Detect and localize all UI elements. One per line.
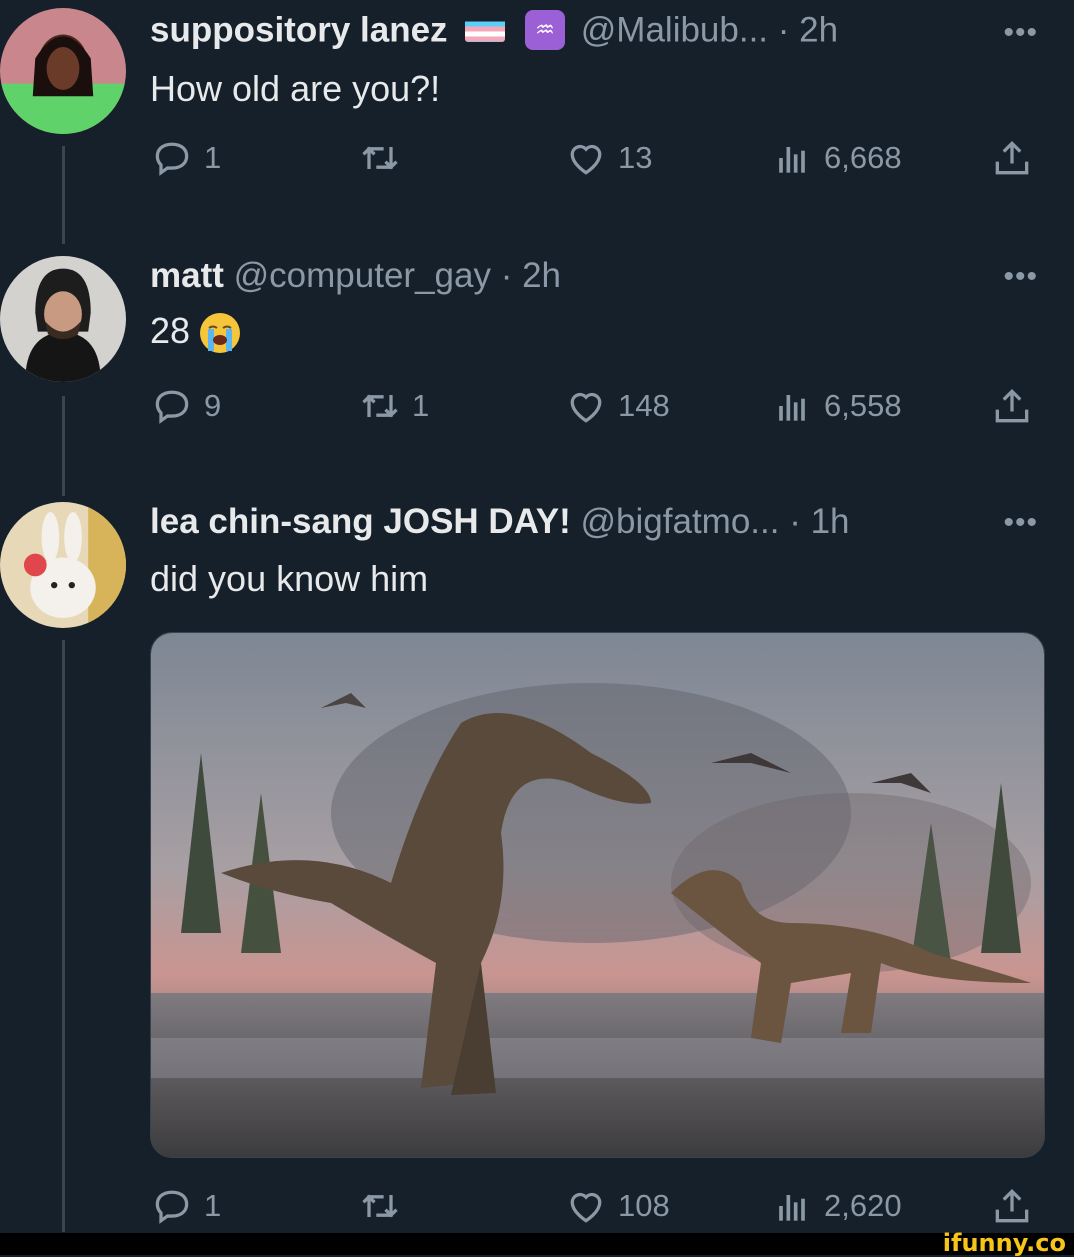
handle[interactable]: @bigfatmo... [581,502,780,541]
tweet-text: How old are you?! [150,68,441,109]
handle[interactable]: @Malibub... [581,10,768,49]
ifunny-watermark: ifunny.co [942,1229,1066,1257]
share-icon [995,140,1029,175]
share-button[interactable] [990,382,1034,430]
share-icon [995,1188,1029,1223]
display-name[interactable]: lea chin-sang JOSH DAY! [150,502,571,541]
avatar[interactable] [0,502,126,628]
reply-icon [155,142,189,176]
thread-line [62,146,65,244]
timestamp[interactable]: · 2h [778,10,838,49]
avatar[interactable] [0,8,126,134]
timestamp[interactable]: · 2h [501,256,561,295]
like-button[interactable]: 108 [564,1182,670,1230]
more-options-icon[interactable]: ••• [1003,506,1038,540]
tweet-actions: 1 108 2,620 [150,1182,1038,1230]
like-button[interactable]: 13 [564,134,652,182]
avatar[interactable] [0,256,126,382]
handle[interactable]: @computer_gay [234,256,491,295]
tweet-actions: 9 1 148 6,558 [150,382,1038,430]
heart-icon [570,1192,602,1223]
heart-icon [570,144,602,175]
analytics-icon [779,147,805,173]
thread-line [62,640,65,1232]
more-options-icon[interactable]: ••• [1003,16,1038,50]
tweet-actions: 1 13 6,668 [150,134,1038,182]
reply-icon [155,390,189,424]
tweet-header: suppository lanez ♒ @Malibub... · 2h [150,10,838,54]
reply-button[interactable]: 9 [150,382,221,430]
retweet-button[interactable] [358,134,412,182]
display-name[interactable]: suppository lanez [150,10,448,49]
tweet-header: matt @computer_gay · 2h [150,256,561,296]
views-button[interactable]: 6,668 [770,134,902,182]
retweet-button[interactable]: 1 [358,382,429,430]
reply-button[interactable]: 1 [150,1182,221,1230]
retweet-icon [362,1194,398,1218]
reply-button[interactable]: 1 [150,134,221,182]
tweet-text: did you know him [150,558,429,599]
analytics-icon [779,395,805,421]
tweet-text: 28 [150,310,241,354]
loudly-crying-face-icon [200,313,241,354]
thread-line [62,396,65,496]
share-button[interactable] [990,134,1034,182]
more-options-icon[interactable]: ••• [1003,260,1038,294]
dinosaur-image[interactable] [150,632,1045,1158]
share-icon [995,388,1029,423]
display-name[interactable]: matt [150,256,224,295]
views-button[interactable]: 2,620 [770,1182,902,1230]
like-button[interactable]: 148 [564,382,670,430]
watermark-bar [0,1233,1074,1255]
views-button[interactable]: 6,558 [770,382,902,430]
aquarius-icon: ♒ [525,10,566,50]
timestamp[interactable]: · 1h [789,502,849,541]
share-button[interactable] [990,1182,1034,1230]
analytics-icon [779,1195,805,1221]
retweet-icon [362,146,398,170]
heart-icon [570,392,602,423]
tweet-header: lea chin-sang JOSH DAY! @bigfatmo... · 1… [150,502,850,542]
reply-icon [155,1190,189,1224]
retweet-icon [362,394,398,418]
trans-flag-icon [465,16,506,42]
retweet-button[interactable] [358,1182,412,1230]
